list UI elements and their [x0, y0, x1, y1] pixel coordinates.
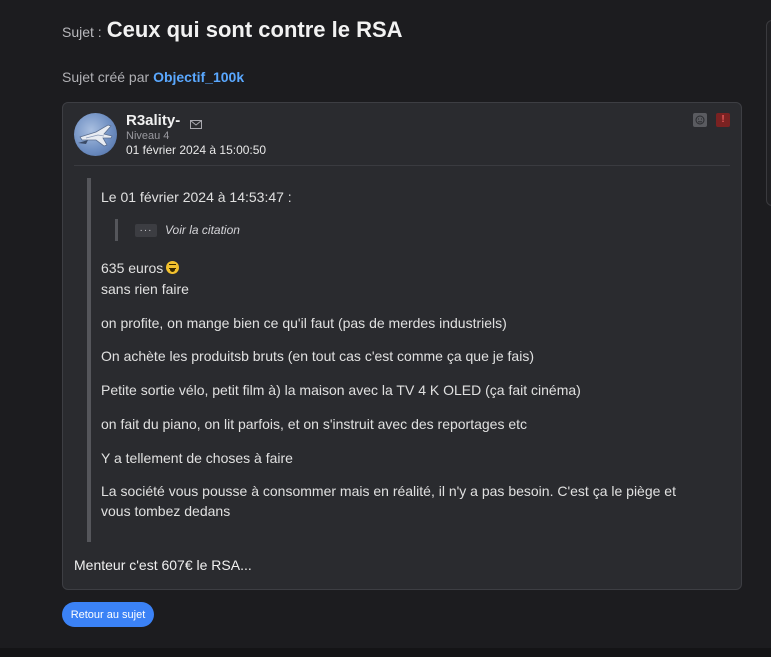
post-separator	[74, 165, 730, 166]
quote-line-text: 635 euros	[101, 260, 164, 276]
topic-author-link[interactable]: Objectif_100k	[153, 69, 244, 85]
created-by-label: Sujet créé par	[62, 69, 150, 85]
topic-title-row: Sujet : Ceux qui sont contre le RSA	[62, 17, 403, 43]
nested-quote: ··· Voir la citation	[115, 219, 240, 241]
quote-header: Le 01 février 2024 à 14:53:47 :	[101, 189, 292, 205]
back-to-topic-button[interactable]: Retour au sujet	[62, 602, 154, 627]
avatar[interactable]	[74, 113, 117, 156]
quote-line: on profite, on mange bien ce qu'il faut …	[101, 315, 507, 331]
ignore-user-icon[interactable]	[693, 113, 707, 127]
post-card: R3ality- Niveau 4 01 février 2024 à 15:0…	[62, 102, 742, 590]
post-date[interactable]: 01 février 2024 à 15:00:50	[126, 143, 266, 157]
report-icon[interactable]: !	[716, 113, 730, 127]
view-quote-link[interactable]: Voir la citation	[165, 223, 240, 237]
bottom-bar	[0, 648, 771, 657]
side-panel-edge	[766, 20, 771, 206]
quote-line: On achète les produitsb bruts (en tout c…	[101, 348, 534, 364]
expand-quote-button[interactable]: ···	[135, 223, 157, 237]
post-header: R3ality- Niveau 4 01 février 2024 à 15:0…	[126, 112, 266, 157]
grimacing-face-emoji-icon	[166, 261, 180, 274]
quote-line: La société vous pousse à consommer mais …	[101, 483, 676, 519]
user-level: Niveau 4	[126, 130, 170, 142]
quote-line: on fait du piano, on lit parfois, et on …	[101, 416, 528, 432]
quote-block: Le 01 février 2024 à 14:53:47 : ··· Voir…	[87, 178, 707, 542]
post-reply-text: Menteur c'est 607€ le RSA...	[74, 557, 252, 573]
post-author-username[interactable]: R3ality-	[126, 112, 180, 129]
quote-line: 635 euros	[101, 260, 180, 276]
username-row: R3ality-	[126, 112, 266, 129]
quote-line: Y a tellement de choses à faire	[101, 450, 293, 466]
mail-icon[interactable]	[190, 116, 203, 129]
topic-created-by: Sujet créé par Objectif_100k	[62, 69, 244, 85]
topic-prefix: Sujet :	[62, 24, 102, 40]
jet-avatar-icon	[78, 124, 113, 147]
quote-line: Petite sortie vélo, petit film à) la mai…	[101, 382, 581, 398]
quote-line: sans rien faire	[101, 281, 189, 297]
page-title: Ceux qui sont contre le RSA	[106, 17, 403, 42]
post-actions: !	[693, 113, 730, 127]
